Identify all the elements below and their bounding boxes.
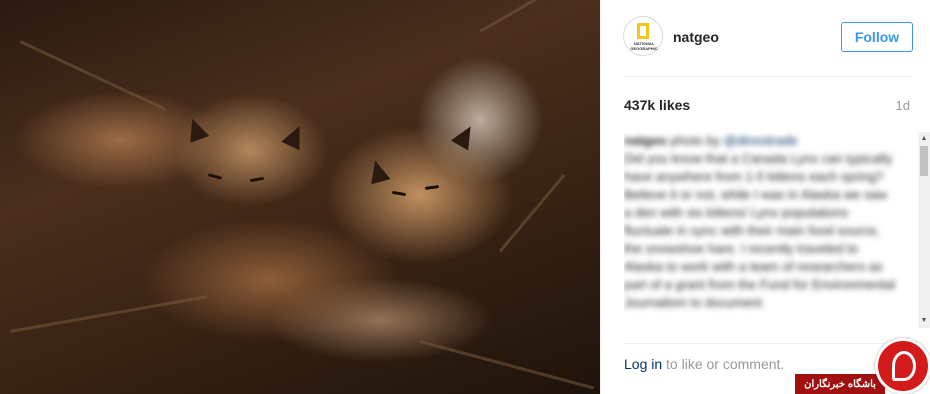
kitten-eye <box>249 176 265 183</box>
footer-divider <box>623 343 913 344</box>
watermark-label: باشگاه خبرنگاران <box>795 374 885 394</box>
kitten-ear <box>450 121 480 151</box>
comment-prompt: Log in to like or comment. <box>624 356 784 372</box>
kitten-ear <box>365 157 391 185</box>
kitten-ear <box>182 115 210 143</box>
login-link[interactable]: Log in <box>624 356 662 372</box>
post-side-panel: NATIONAL GEOGRAPHIC natgeo Follow 437k l… <box>600 0 930 394</box>
caption: natgeo photo by @dinostrade Did you know… <box>624 132 896 312</box>
kitten-eye <box>424 185 440 190</box>
avatar[interactable]: NATIONAL GEOGRAPHIC <box>623 16 663 56</box>
caption-author[interactable]: natgeo <box>624 133 667 148</box>
twig <box>419 340 595 390</box>
caption-body: Did you know that a Canada Lynx can typi… <box>624 151 895 310</box>
watermark-logo-mark <box>892 351 916 381</box>
post-photo[interactable] <box>0 0 600 394</box>
scroll-up-arrow-icon[interactable]: ▲ <box>918 134 930 144</box>
follow-button[interactable]: Follow <box>841 22 913 52</box>
twig <box>498 173 566 253</box>
kitten-ear <box>281 121 309 151</box>
twig <box>479 0 585 33</box>
header-divider <box>623 76 913 77</box>
avatar-logo-text: NATIONAL GEOGRAPHIC <box>630 41 658 51</box>
caption-mention[interactable]: @dinostrade <box>724 133 798 148</box>
scroll-thumb[interactable] <box>920 146 928 176</box>
comment-prompt-suffix: to like or comment. <box>662 356 785 372</box>
kitten-eye <box>391 190 407 197</box>
username[interactable]: natgeo <box>673 29 719 45</box>
likes-count[interactable]: 437k likes <box>624 97 690 113</box>
kitten-eye <box>207 173 223 180</box>
caption-scroll-area[interactable]: natgeo photo by @dinostrade Did you know… <box>624 132 914 328</box>
post-age[interactable]: 1d <box>896 98 910 113</box>
natgeo-logo-icon <box>637 23 649 39</box>
caption-scrollbar[interactable]: ▲ ▼ <box>918 132 930 328</box>
scroll-down-arrow-icon[interactable]: ▼ <box>918 316 930 326</box>
caption-credit-prefix: photo by <box>670 133 721 148</box>
watermark-logo-icon <box>875 338 930 394</box>
post-header: NATIONAL GEOGRAPHIC natgeo Follow <box>623 16 913 60</box>
twig <box>9 295 208 333</box>
twig <box>19 40 166 111</box>
